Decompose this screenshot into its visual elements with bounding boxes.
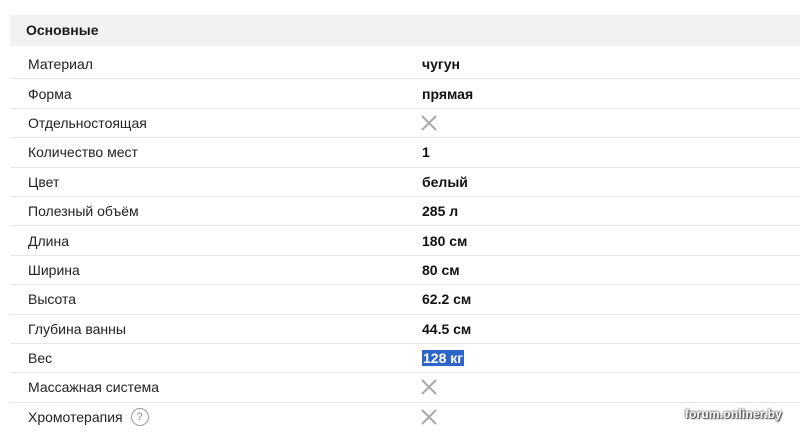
spec-label: Высота [28, 291, 77, 308]
spec-row-color: Цвет белый [10, 168, 800, 197]
spec-value-selected[interactable]: 128 кг [422, 350, 465, 367]
spec-label: Материал [28, 56, 93, 73]
spec-value: 1 [422, 144, 430, 161]
spec-label: Массажная система [28, 379, 160, 396]
spec-value: 285 л [422, 203, 459, 220]
spec-row-massage: Массажная система [10, 373, 800, 403]
spec-value: 44.5 см [422, 320, 472, 337]
spec-row-chromotherapy: Хромотерапия ? [10, 403, 800, 432]
spec-value: 62.2 см [422, 291, 472, 308]
spec-label: Количество мест [28, 144, 138, 161]
spec-row-weight: Вес 128 кг [10, 344, 800, 374]
spec-row-width: Ширина 80 см [10, 256, 800, 286]
watermark: forum.onliner.by [684, 407, 782, 421]
spec-page: Основные Материал чугун Форма прямая Отд… [0, 0, 800, 435]
x-icon [421, 409, 437, 426]
spec-label: Длина [28, 232, 69, 249]
spec-row-length: Длина 180 см [10, 226, 800, 256]
spec-row-seats: Количество мест 1 [10, 138, 800, 168]
spec-row-freestanding: Отдельностоящая [10, 109, 800, 139]
spec-label-with-help: Хромотерапия ? [28, 408, 149, 427]
spec-row-material: Материал чугун [10, 50, 800, 80]
spec-value: белый [422, 173, 468, 190]
spec-label: Хромотерапия [28, 409, 123, 426]
spec-row-shape: Форма прямая [10, 79, 800, 109]
spec-label: Глубина ванны [28, 320, 126, 337]
spec-row-depth: Глубина ванны 44.5 см [10, 315, 800, 344]
spec-label: Полезный объём [28, 203, 139, 220]
spec-value: 80 см [422, 261, 460, 278]
section-header: Основные [10, 15, 800, 46]
spec-value: 180 см [422, 232, 468, 249]
spec-row-height: Высота 62.2 см [10, 285, 800, 315]
spec-label: Форма [28, 85, 72, 102]
spec-table: Материал чугун Форма прямая Отдельностоя… [10, 50, 800, 432]
spec-value: прямая [422, 85, 474, 102]
section-title: Основные [26, 22, 99, 38]
spec-label: Ширина [28, 261, 80, 278]
spec-label: Цвет [28, 173, 60, 190]
spec-label: Отдельностоящая [28, 114, 147, 131]
spec-label: Вес [28, 350, 53, 367]
question-circle-icon[interactable]: ? [130, 408, 149, 427]
spec-row-volume: Полезный объём 285 л [10, 197, 800, 227]
x-icon [421, 115, 437, 131]
spec-value: чугун [422, 56, 460, 73]
x-icon [421, 379, 437, 396]
